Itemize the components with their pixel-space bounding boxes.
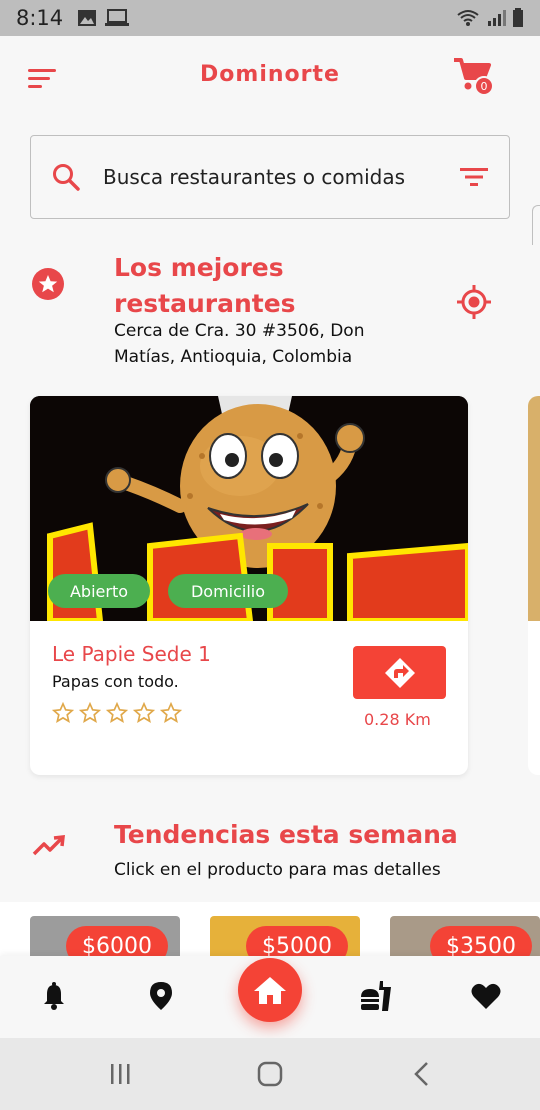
back-chevron-icon — [414, 1062, 428, 1086]
heart-icon — [471, 983, 501, 1009]
cart-count-badge: 0 — [474, 76, 494, 96]
app-bar: Dominorte 0 — [0, 36, 540, 120]
location-tab[interactable] — [143, 978, 179, 1014]
signal-icon — [488, 10, 506, 26]
trending-products-list: $6000 $5000 $3500 — [0, 902, 540, 956]
section-title: Los mejores restaurantes — [114, 253, 296, 318]
restaurant-card[interactable]: Abierto Domicilio Le Papie Sede 1 Papas … — [30, 396, 468, 775]
menu-food-tab[interactable] — [358, 978, 394, 1014]
bottom-navigation — [0, 956, 540, 1038]
star-outline-icon — [106, 702, 128, 723]
favorites-tab[interactable] — [468, 978, 504, 1014]
cart-button[interactable]: 0 — [452, 56, 496, 100]
trending-title: Tendencias esta semana — [114, 820, 458, 849]
product-card[interactable]: $3500 — [390, 916, 540, 956]
directions-button[interactable] — [353, 646, 446, 699]
home-icon — [254, 977, 286, 1004]
wifi-icon — [457, 10, 479, 26]
directions-icon — [384, 657, 415, 688]
home-system-button[interactable] — [250, 1058, 290, 1090]
cast-icon — [105, 9, 130, 26]
filter-icon[interactable] — [459, 165, 489, 189]
fastfood-icon — [361, 981, 391, 1011]
locate-button[interactable] — [456, 284, 492, 320]
star-outline-icon — [79, 702, 101, 723]
search-bar[interactable]: Busca restaurantes o comidas — [30, 135, 510, 219]
system-navigation-bar — [0, 1038, 540, 1110]
trending-subtitle: Click en el producto para mas detalles — [114, 860, 441, 880]
gallery-icon — [78, 10, 97, 26]
location-pin-icon — [150, 982, 172, 1010]
trending-up-icon — [32, 835, 65, 856]
product-card[interactable]: $5000 — [210, 916, 360, 956]
battery-icon — [513, 8, 523, 27]
home-square-icon — [257, 1061, 283, 1087]
search-edge-decoration — [532, 205, 540, 245]
star-icon — [32, 268, 64, 300]
search-icon — [53, 164, 80, 191]
restaurant-description: Papas con todo. — [52, 672, 179, 691]
back-button[interactable] — [402, 1058, 442, 1090]
current-location: Cerca de Cra. 30 #3506, Don Matías, Anti… — [114, 321, 365, 367]
product-card[interactable]: $6000 — [30, 916, 180, 956]
product-price: $5000 — [246, 926, 348, 956]
recent-apps-button[interactable] — [100, 1058, 140, 1090]
star-outline-icon — [133, 702, 155, 723]
notifications-tab[interactable] — [36, 978, 72, 1014]
next-restaurant-card[interactable] — [528, 396, 540, 775]
restaurant-distance: 0.28 Km — [364, 710, 431, 729]
product-price: $3500 — [430, 926, 532, 956]
product-price: $6000 — [66, 926, 168, 956]
recent-apps-icon — [111, 1064, 130, 1084]
status-bar: 8:14 — [0, 0, 540, 36]
delivery-tag: Domicilio — [168, 574, 288, 608]
bell-icon — [44, 982, 64, 1010]
home-tab[interactable] — [238, 958, 302, 1022]
restaurant-image: Abierto Domicilio — [30, 396, 468, 621]
star-outline-icon — [52, 702, 74, 723]
restaurant-name: Le Papie Sede 1 — [52, 642, 211, 666]
star-outline-icon — [160, 702, 182, 723]
gps-target-icon — [457, 285, 491, 319]
search-input[interactable]: Busca restaurantes o comidas — [103, 165, 459, 189]
status-time: 8:14 — [16, 6, 64, 30]
rating-stars — [52, 702, 182, 724]
status-tag-open: Abierto — [48, 574, 150, 608]
